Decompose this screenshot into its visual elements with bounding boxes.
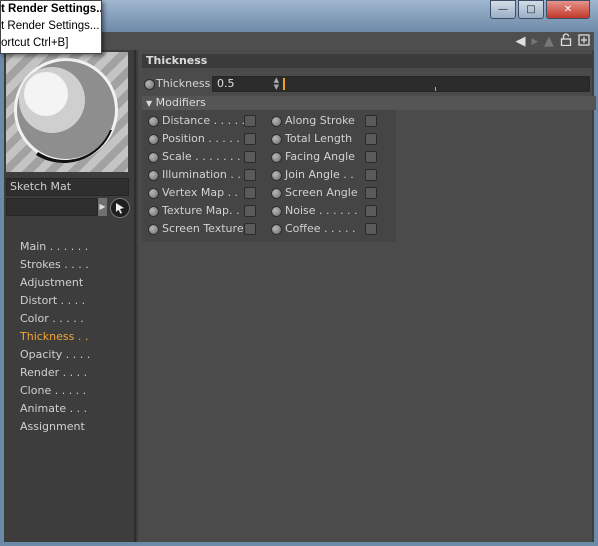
modifier-checkbox[interactable] bbox=[244, 169, 256, 181]
menu-item-render-settings-1[interactable]: t Render Settings... bbox=[1, 1, 101, 18]
nav-item-thickness[interactable]: Thickness . . bbox=[20, 328, 90, 346]
radio-icon[interactable] bbox=[148, 206, 159, 217]
modifiers-title: Modifiers bbox=[155, 96, 206, 109]
radio-icon[interactable] bbox=[271, 224, 282, 235]
modifier-checkbox[interactable] bbox=[365, 151, 377, 163]
modifier-label: Total Length bbox=[285, 132, 353, 145]
modifier-label: Noise . . . . . . bbox=[285, 204, 358, 217]
left-panel: Sketch Mat ▶ Main . . . . . . Strokes . … bbox=[4, 50, 136, 542]
picker-icon[interactable] bbox=[110, 198, 130, 218]
nav-item-strokes[interactable]: Strokes . . . . bbox=[20, 256, 90, 274]
modifier-checkbox[interactable] bbox=[244, 223, 256, 235]
modifier-label: Facing Angle bbox=[285, 150, 355, 163]
modifier-checkbox[interactable] bbox=[365, 169, 377, 181]
modifier-label: Coffee . . . . . bbox=[285, 222, 356, 235]
window-controls: — □ ✕ bbox=[490, 0, 590, 19]
modifier-label: Screen Texture bbox=[162, 222, 244, 235]
up-arrow-icon[interactable]: ▲ bbox=[544, 34, 554, 49]
minimize-button[interactable]: — bbox=[490, 0, 516, 19]
modifier-checkbox[interactable] bbox=[244, 187, 256, 199]
nav-item-clone[interactable]: Clone . . . . . bbox=[20, 382, 90, 400]
maximize-button[interactable]: □ bbox=[518, 0, 544, 19]
material-name[interactable]: Sketch Mat bbox=[6, 178, 129, 196]
menu-item-render-settings-2[interactable]: t Render Settings... bbox=[1, 18, 101, 35]
chevron-right-icon[interactable]: ▶ bbox=[98, 198, 107, 216]
new-window-icon[interactable] bbox=[578, 33, 590, 50]
toolbar-icons: ◀ ▸ ▲ bbox=[515, 33, 590, 50]
radio-icon[interactable] bbox=[271, 116, 282, 127]
modifier-checkbox[interactable] bbox=[244, 151, 256, 163]
back-arrow-icon[interactable]: ◀ bbox=[515, 34, 525, 49]
radio-icon[interactable] bbox=[271, 134, 282, 145]
forward-arrow-icon[interactable]: ▸ bbox=[531, 34, 538, 49]
spinner-icon[interactable]: ▲ ▼ bbox=[274, 77, 279, 91]
modifier-checkbox[interactable] bbox=[244, 133, 256, 145]
radio-icon[interactable] bbox=[148, 224, 159, 235]
nav-item-distort[interactable]: Distort . . . . bbox=[20, 292, 90, 310]
slider-handle[interactable] bbox=[282, 78, 285, 90]
window-frame: r — □ ✕ ◀ ▸ ▲ bbox=[0, 0, 598, 546]
modifier-label: Vertex Map . . bbox=[162, 186, 239, 199]
section-title: Thickness bbox=[142, 54, 592, 68]
modifier-label: Illumination . . bbox=[162, 168, 241, 181]
modifier-checkbox[interactable] bbox=[365, 187, 377, 199]
nav-item-render[interactable]: Render . . . . bbox=[20, 364, 90, 382]
modifier-label: Texture Map. . bbox=[162, 204, 240, 217]
lock-icon[interactable] bbox=[560, 33, 572, 50]
modifier-label: Screen Angle bbox=[285, 186, 358, 199]
modifiers-panel: Distance . . . . . Position . . . . . Sc… bbox=[142, 110, 396, 242]
thickness-row: Thickness 0.5 ▲ ▼ bbox=[142, 76, 590, 92]
search-input[interactable] bbox=[6, 198, 98, 216]
modifier-checkbox[interactable] bbox=[365, 115, 377, 127]
modifier-label: Along Stroke bbox=[285, 114, 355, 127]
modifier-checkbox[interactable] bbox=[365, 223, 377, 235]
thickness-slider[interactable] bbox=[280, 76, 590, 92]
menu-item-shortcut[interactable]: ortcut Ctrl+B] bbox=[1, 35, 101, 52]
modifier-checkbox[interactable] bbox=[365, 205, 377, 217]
nav-item-animate[interactable]: Animate . . . bbox=[20, 400, 90, 418]
radio-icon[interactable] bbox=[271, 170, 282, 181]
slider-tick bbox=[435, 87, 436, 91]
context-menu: t Render Settings... t Render Settings..… bbox=[0, 0, 102, 54]
thickness-value: 0.5 bbox=[217, 77, 235, 90]
radio-icon[interactable] bbox=[271, 152, 282, 163]
modifier-checkbox[interactable] bbox=[365, 133, 377, 145]
radio-icon[interactable] bbox=[148, 152, 159, 163]
thickness-value-input[interactable]: 0.5 ▲ ▼ bbox=[212, 76, 282, 92]
modifier-checkbox[interactable] bbox=[244, 205, 256, 217]
material-editor: ◀ ▸ ▲ Sketch Mat ▶ Main . . . . . . Stro… bbox=[4, 32, 596, 542]
radio-icon[interactable] bbox=[148, 170, 159, 181]
modifier-label: Scale . . . . . . . . bbox=[162, 150, 248, 163]
modifier-checkbox[interactable] bbox=[244, 115, 256, 127]
main-panel: Thickness Thickness 0.5 ▲▼ ▼ Modifiers bbox=[138, 50, 596, 542]
radio-icon[interactable] bbox=[148, 134, 159, 145]
material-preview bbox=[6, 52, 128, 172]
close-button[interactable]: ✕ bbox=[546, 0, 590, 19]
modifier-label: Join Angle . . bbox=[285, 168, 354, 181]
thickness-label: Thickness bbox=[156, 77, 211, 90]
nav-item-color[interactable]: Color . . . . . bbox=[20, 310, 90, 328]
nav-item-main[interactable]: Main . . . . . . bbox=[20, 238, 90, 256]
thickness-animate-radio[interactable] bbox=[144, 79, 155, 90]
radio-icon[interactable] bbox=[271, 188, 282, 199]
radio-icon[interactable] bbox=[148, 188, 159, 199]
radio-icon[interactable] bbox=[271, 206, 282, 217]
modifier-label: Position . . . . . bbox=[162, 132, 240, 145]
nav-item-assignment[interactable]: Assignment bbox=[20, 418, 90, 436]
nav-item-adjustment[interactable]: Adjustment bbox=[20, 274, 90, 292]
nav-item-opacity[interactable]: Opacity . . . . bbox=[20, 346, 90, 364]
radio-icon[interactable] bbox=[148, 116, 159, 127]
triangle-down-icon: ▼ bbox=[146, 99, 153, 108]
modifiers-header[interactable]: ▼ Modifiers bbox=[142, 96, 596, 110]
modifier-label: Distance . . . . . bbox=[162, 114, 246, 127]
channel-nav: Main . . . . . . Strokes . . . . Adjustm… bbox=[20, 238, 90, 436]
search-row: ▶ bbox=[6, 198, 132, 218]
